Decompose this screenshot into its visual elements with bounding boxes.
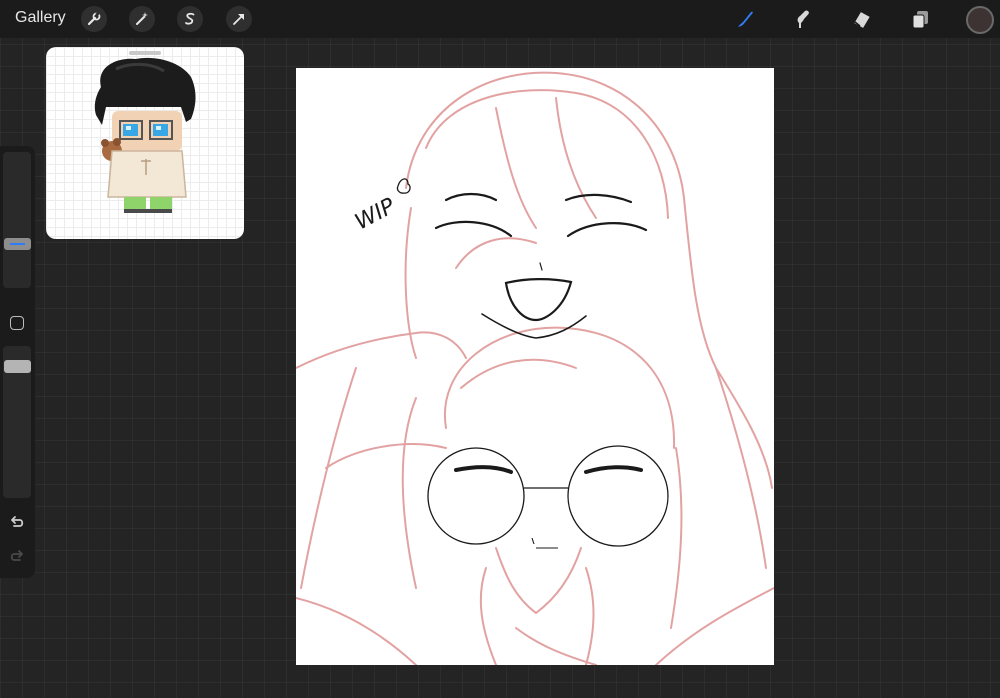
undo-icon[interactable] [8,514,26,532]
eraser-icon[interactable] [848,6,876,32]
brush-size-handle[interactable] [4,238,31,250]
modify-button[interactable] [10,316,24,330]
flame-doodle-icon [396,178,411,194]
reference-drag-handle[interactable] [129,51,161,55]
wrench-icon[interactable] [81,6,107,32]
smudge-icon[interactable] [789,6,817,32]
wip-annotation: WIP [351,193,400,235]
magic-wand-icon[interactable] [129,6,155,32]
transform-arrow-icon[interactable] [226,6,252,32]
brush-sidebar [0,146,35,578]
color-picker-swatch[interactable] [966,6,994,34]
reference-window[interactable] [46,47,244,239]
layers-icon[interactable] [906,6,934,32]
brush-icon[interactable] [731,6,759,32]
pixel-art-reference-image [94,57,196,213]
sketch-artwork: WIP [296,71,774,665]
gallery-button[interactable]: Gallery [15,9,66,27]
top-toolbar: Gallery [0,0,1000,38]
drawing-canvas[interactable]: WIP [296,68,774,665]
brush-size-slider[interactable] [3,152,31,288]
opacity-handle[interactable] [4,360,31,373]
redo-icon[interactable] [8,548,26,566]
selection-icon[interactable] [177,6,203,32]
